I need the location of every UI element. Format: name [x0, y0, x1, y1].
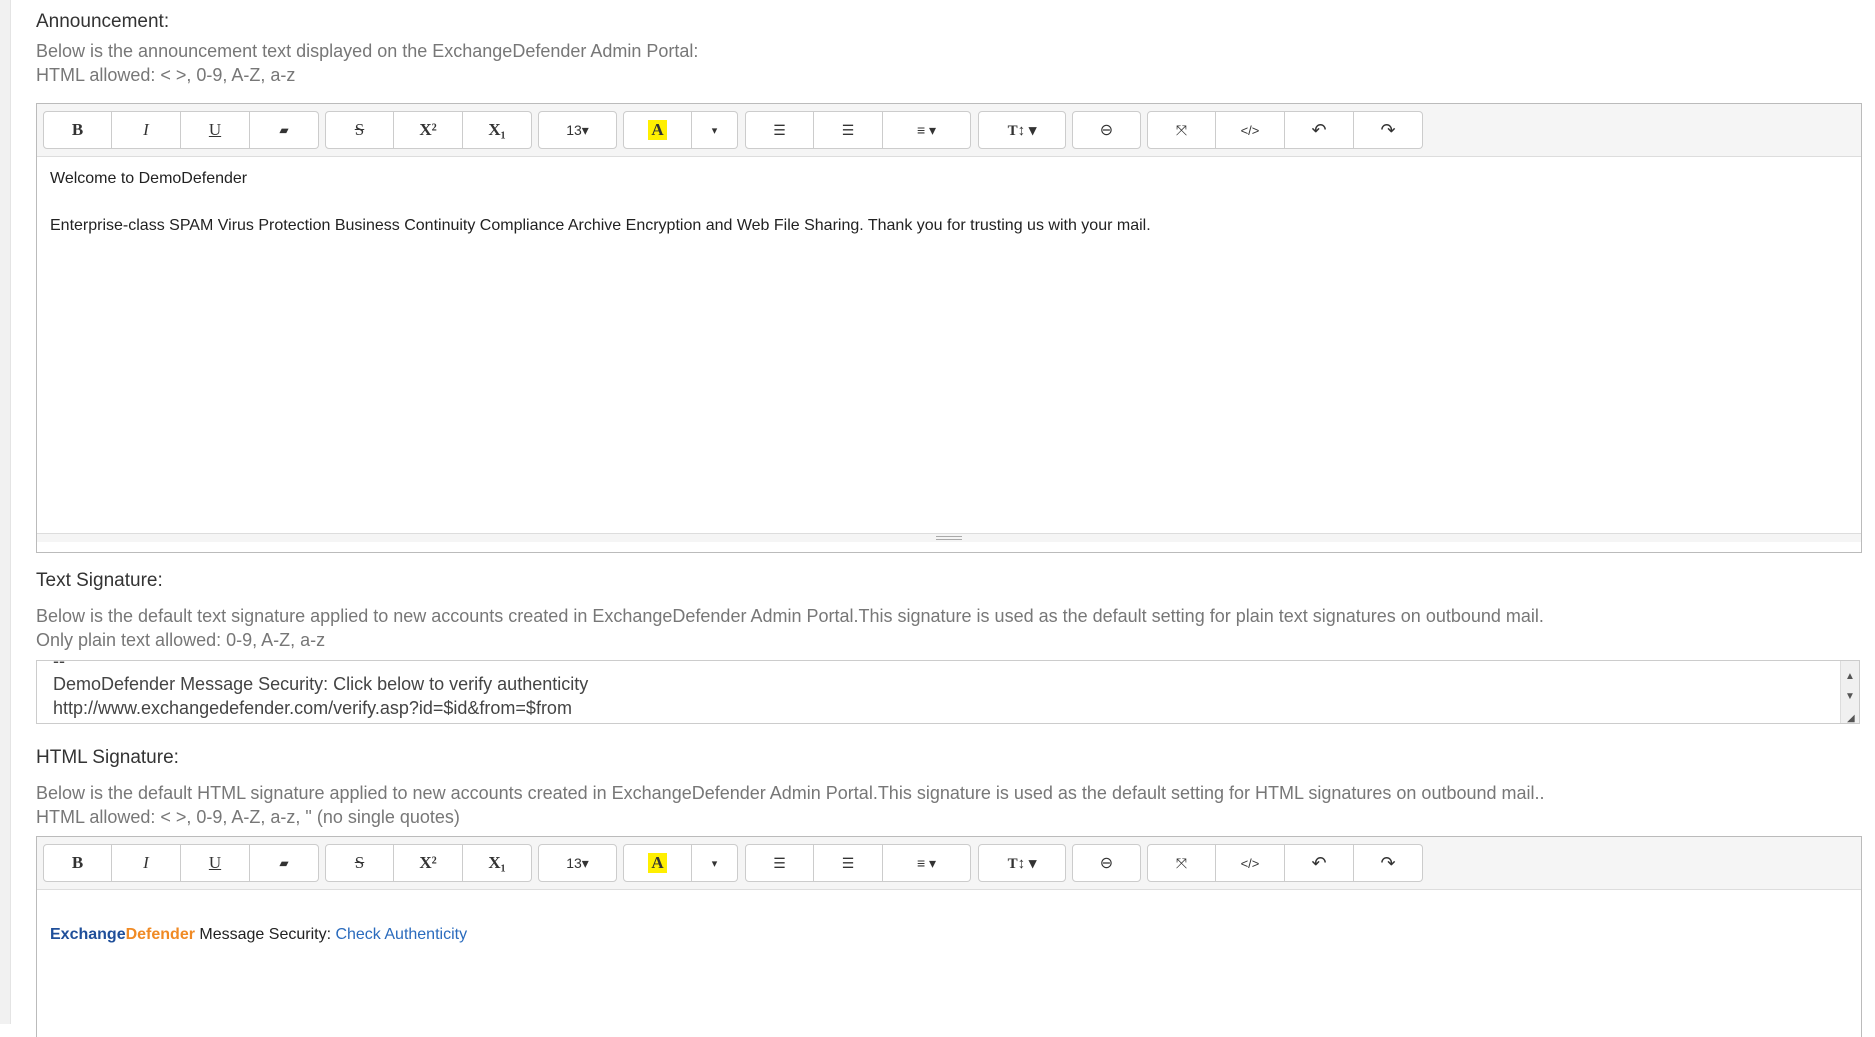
superscript-button[interactable]: X² — [394, 844, 463, 882]
numbered-list-button[interactable]: ☰ — [814, 844, 883, 882]
text-color-dropdown[interactable]: ▾ — [692, 111, 738, 149]
text-signature-label: Text Signature: — [36, 570, 163, 591]
text-color-button[interactable]: A — [623, 844, 692, 882]
brand-exchange: Exchange — [50, 926, 126, 943]
html-signature-line: ExchangeDefender Message Security: Check… — [50, 926, 467, 944]
html-signature-label: HTML Signature: — [36, 747, 179, 768]
bold-button[interactable]: B — [43, 111, 112, 149]
text-signature-help-line2: Only plain text allowed: 0-9, A-Z, a-z — [36, 630, 326, 650]
eraser-button[interactable]: ▰ — [250, 844, 319, 882]
undo-button[interactable]: ↶ — [1285, 844, 1354, 882]
announcement-content[interactable]: Welcome to DemoDefender Enterprise-class… — [37, 157, 1861, 533]
align-dropdown[interactable]: ≡ ▾ — [883, 111, 971, 149]
fullscreen-button[interactable]: ⤧ — [1147, 844, 1216, 882]
font-size-dropdown[interactable]: 13▾ — [538, 844, 617, 882]
text-color-dropdown[interactable]: ▾ — [692, 844, 738, 882]
announcement-help-line2: HTML allowed: < >, 0-9, A-Z, a-z — [36, 65, 296, 85]
announcement-help: Below is the announcement text displayed… — [36, 39, 698, 87]
bulleted-list-button[interactable]: ☰ — [745, 844, 814, 882]
code-view-button[interactable]: </> — [1216, 844, 1285, 882]
announcement-line1: Welcome to DemoDefender — [50, 170, 248, 187]
fullscreen-button[interactable]: ⤧ — [1147, 111, 1216, 149]
align-dropdown[interactable]: ≡ ▾ — [883, 844, 971, 882]
line-height-dropdown[interactable]: T↕ ▾ — [978, 111, 1066, 149]
undo-button[interactable]: ↶ — [1285, 111, 1354, 149]
announcement-resize-handle[interactable] — [37, 533, 1861, 542]
text-color-icon: A — [648, 120, 667, 140]
underline-button[interactable]: U — [181, 844, 250, 882]
text-color-button[interactable]: A — [623, 111, 692, 149]
text-signature-scrollbar[interactable]: ▲ ▼ ◢ — [1840, 661, 1859, 723]
left-sidebar-edge — [0, 0, 11, 1024]
italic-button[interactable]: I — [112, 844, 181, 882]
line-height-dropdown[interactable]: T↕ ▾ — [978, 844, 1066, 882]
text-signature-value-line1: DemoDefender Message Security: Click bel… — [53, 674, 589, 694]
announcement-label: Announcement: — [36, 11, 170, 32]
bulleted-list-button[interactable]: ☰ — [745, 111, 814, 149]
code-view-button[interactable]: </> — [1216, 111, 1285, 149]
html-signature-help: Below is the default HTML signature appl… — [36, 781, 1545, 829]
text-color-icon: A — [648, 853, 667, 873]
html-signature-content[interactable]: ExchangeDefender Message Security: Check… — [37, 890, 1861, 1037]
announcement-toolbar: B I U ▰ S X² X₁ 13▾ A ▾ ☰ ☰ ≡ ▾ T↕ ▾ ⊖ ⤧… — [37, 104, 1861, 157]
resize-grip-icon — [936, 536, 962, 540]
text-signature-value-line2: http://www.exchangedefender.com/verify.a… — [53, 698, 572, 718]
font-size-dropdown[interactable]: 13▾ — [538, 111, 617, 149]
italic-button[interactable]: I — [112, 111, 181, 149]
link-button[interactable]: ⊖ — [1072, 844, 1141, 882]
subscript-button[interactable]: X₁ — [463, 844, 532, 882]
subscript-button[interactable]: X₁ — [463, 111, 532, 149]
link-button[interactable]: ⊖ — [1072, 111, 1141, 149]
html-signature-editor: B I U ▰ S X² X₁ 13▾ A ▾ ☰ ☰ ≡ ▾ T↕ ▾ ⊖ ⤧… — [36, 836, 1862, 1037]
html-signature-text: Message Security: — [194, 926, 336, 943]
redo-button[interactable]: ↷ — [1354, 111, 1423, 149]
scroll-down-icon[interactable]: ▼ — [1845, 685, 1855, 709]
html-signature-toolbar: B I U ▰ S X² X₁ 13▾ A ▾ ☰ ☰ ≡ ▾ T↕ ▾ ⊖ ⤧… — [37, 837, 1861, 890]
resize-corner-icon[interactable]: ◢ — [1847, 707, 1855, 723]
announcement-editor: B I U ▰ S X² X₁ 13▾ A ▾ ☰ ☰ ≡ ▾ T↕ ▾ ⊖ ⤧… — [36, 103, 1862, 553]
text-signature-textarea[interactable]: -- DemoDefender Message Security: Click … — [36, 660, 1860, 724]
html-signature-help-line2: HTML allowed: < >, 0-9, A-Z, a-z, " (no … — [36, 807, 460, 827]
superscript-button[interactable]: X² — [394, 111, 463, 149]
announcement-help-line1: Below is the announcement text displayed… — [36, 41, 699, 61]
check-authenticity-link[interactable]: Check Authenticity — [335, 926, 467, 943]
strikethrough-button[interactable]: S — [325, 111, 394, 149]
strikethrough-button[interactable]: S — [325, 844, 394, 882]
numbered-list-button[interactable]: ☰ — [814, 111, 883, 149]
text-signature-help: Below is the default text signature appl… — [36, 604, 1544, 652]
html-signature-help-line1: Below is the default HTML signature appl… — [36, 783, 1545, 803]
underline-button[interactable]: U — [181, 111, 250, 149]
redo-button[interactable]: ↷ — [1354, 844, 1423, 882]
eraser-button[interactable]: ▰ — [250, 111, 319, 149]
brand-defender: Defender — [125, 926, 195, 943]
announcement-line2: Enterprise-class SPAM Virus Protection B… — [50, 217, 1151, 234]
text-signature-help-line1: Below is the default text signature appl… — [36, 606, 1544, 626]
bold-button[interactable]: B — [43, 844, 112, 882]
